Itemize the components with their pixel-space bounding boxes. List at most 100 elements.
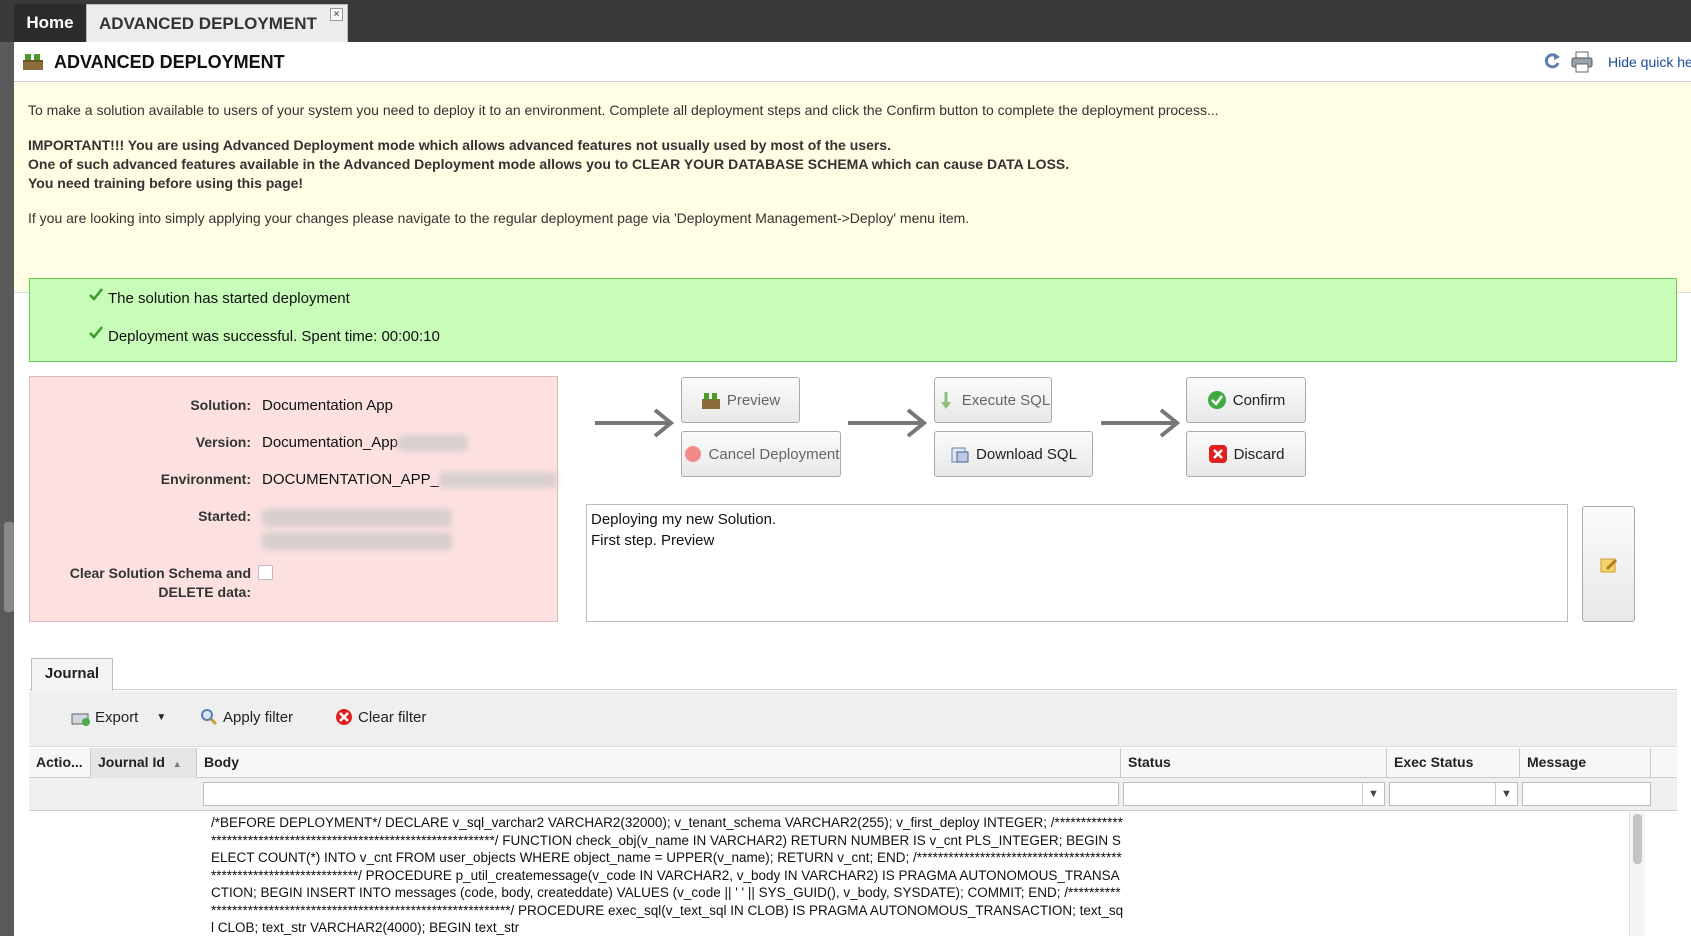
clear-filter-x-icon	[336, 709, 352, 725]
stop-icon	[684, 446, 701, 462]
solution-label: Solution:	[190, 397, 251, 413]
journal-toolbar: Export ▼ Apply filter Clear filter	[29, 691, 1677, 747]
download-sql-label: Download SQL	[976, 445, 1077, 463]
column-status[interactable]: Status	[1121, 748, 1387, 778]
sort-ascending-icon: ▲	[172, 759, 182, 769]
export-icon	[71, 713, 90, 726]
redacted-text	[262, 509, 452, 527]
environment-label: Environment:	[160, 471, 251, 487]
left-sidebar-strip	[0, 42, 14, 936]
started-value-redacted	[262, 509, 452, 550]
preview-label: Preview	[726, 391, 781, 409]
started-label: Started:	[198, 508, 251, 524]
tab-journal[interactable]: Journal	[31, 658, 113, 691]
deployment-notes-textarea[interactable]: Deploying my new Solution. First step. P…	[586, 504, 1568, 622]
grid-scrollbar[interactable]	[1629, 812, 1645, 936]
tab-advanced-deployment[interactable]: ADVANCED DEPLOYMENT ×	[86, 4, 348, 42]
version-label: Version:	[195, 434, 251, 450]
discard-label: Discard	[1233, 445, 1285, 463]
notice-important-1: IMPORTANT!!! You are using Advanced Depl…	[28, 137, 891, 153]
confirm-label: Confirm	[1232, 391, 1286, 409]
refresh-icon[interactable]	[1542, 51, 1562, 71]
column-journal-id-label: Journal Id	[98, 754, 165, 770]
environment-value-row: DOCUMENTATION_APP_	[262, 471, 557, 489]
tab-home[interactable]: Home	[14, 4, 86, 42]
journal-grid-header: Actio... Journal Id ▲ Body Status Exec S…	[29, 748, 1677, 778]
apply-filter-button[interactable]: Apply filter	[199, 708, 293, 726]
search-icon	[201, 709, 218, 726]
column-message[interactable]: Message	[1520, 748, 1651, 778]
chevron-down-icon[interactable]: ▼	[156, 712, 166, 723]
arrow-right-icon	[848, 408, 928, 438]
close-icon[interactable]: ×	[330, 8, 343, 21]
deployment-icon	[23, 54, 43, 70]
discard-x-icon	[1208, 445, 1227, 463]
clear-schema-label-line2: DELETE data:	[158, 584, 251, 600]
notice-important-3: You need training before using this page…	[28, 175, 304, 191]
clear-schema-label-line1: Clear Solution Schema and	[69, 565, 251, 581]
redacted-text	[262, 532, 452, 550]
exec-status-filter-select[interactable]: ▼	[1389, 782, 1518, 806]
solution-value: Documentation App	[262, 397, 393, 414]
top-tab-bar: Home ADVANCED DEPLOYMENT ×	[0, 0, 1691, 42]
message-success: Deployment was successful. Spent time: 0…	[108, 328, 440, 345]
edit-note-icon	[1600, 558, 1618, 573]
success-message-panel: The solution has started deployment Depl…	[29, 278, 1677, 362]
clear-schema-label: Clear Solution Schema and DELETE data:	[30, 564, 251, 602]
status-filter-select[interactable]: ▼	[1123, 782, 1385, 806]
environment-value: DOCUMENTATION_APP_	[262, 471, 439, 488]
journal-filter-row: ▼ ▼	[29, 778, 1677, 811]
export-button[interactable]: Export ▼	[71, 708, 166, 726]
download-sql-icon	[951, 447, 969, 463]
table-row-body-cell: /*BEFORE DEPLOYMENT*/ DECLARE v_sql_varc…	[211, 815, 1124, 935]
notice-regular-deploy-hint: If you are looking into simply applying …	[28, 210, 970, 226]
body-filter-input[interactable]	[203, 782, 1119, 806]
message-started: The solution has started deployment	[108, 290, 350, 307]
redacted-text	[397, 435, 468, 452]
execute-sql-button[interactable]: Execute SQL	[934, 377, 1052, 423]
column-exec-status[interactable]: Exec Status	[1387, 748, 1520, 778]
page-header: ADVANCED DEPLOYMENT Hide quick help	[14, 42, 1691, 82]
checkmark-icon	[89, 288, 103, 301]
discard-button[interactable]: Discard	[1186, 431, 1306, 477]
arrow-right-icon	[595, 408, 675, 438]
checkmark-icon	[89, 326, 103, 339]
deployment-notice: To make a solution available to users of…	[14, 83, 1691, 293]
deployment-info-panel: Solution: Documentation App Version: Doc…	[29, 376, 558, 622]
arrow-down-icon	[940, 392, 951, 409]
clear-filter-label: Clear filter	[358, 708, 427, 726]
redacted-text	[438, 472, 557, 489]
print-icon[interactable]	[1570, 51, 1594, 73]
hide-quick-help-link[interactable]: Hide quick help	[1608, 54, 1691, 70]
journal-tabbar: Journal	[29, 656, 1677, 691]
confirm-check-icon	[1207, 391, 1226, 409]
notice-important-2: One of such advanced features available …	[28, 156, 1070, 172]
message-row: The solution has started deployment	[89, 288, 350, 307]
preview-button[interactable]: Preview	[681, 377, 800, 423]
tab-label: ADVANCED DEPLOYMENT	[99, 14, 317, 33]
column-body[interactable]: Body	[197, 748, 1121, 778]
version-value: Documentation_App	[262, 434, 398, 451]
clear-schema-checkbox[interactable]	[258, 565, 273, 580]
sidebar-resize-handle[interactable]	[4, 522, 14, 612]
journal-grid-body: /*BEFORE DEPLOYMENT*/ DECLARE v_sql_varc…	[29, 812, 1677, 936]
execute-sql-label: Execute SQL	[961, 391, 1051, 409]
notice-intro: To make a solution available to users of…	[28, 102, 1219, 118]
confirm-button[interactable]: Confirm	[1186, 377, 1306, 423]
apply-filter-label: Apply filter	[223, 708, 294, 726]
arrow-right-icon	[1101, 408, 1181, 438]
preview-icon	[701, 393, 720, 409]
chevron-down-icon[interactable]: ▼	[1495, 783, 1517, 805]
chevron-down-icon[interactable]: ▼	[1362, 783, 1384, 805]
message-row: Deployment was successful. Spent time: 0…	[89, 326, 440, 345]
cancel-deployment-button[interactable]: Cancel Deployment	[681, 431, 841, 477]
clear-filter-button[interactable]: Clear filter	[334, 708, 426, 726]
save-notes-button[interactable]	[1582, 506, 1635, 622]
message-filter-input[interactable]	[1522, 782, 1651, 806]
page-title: ADVANCED DEPLOYMENT	[54, 52, 285, 72]
column-journal-id[interactable]: Journal Id ▲	[91, 748, 197, 778]
scrollbar-thumb[interactable]	[1633, 814, 1642, 864]
download-sql-button[interactable]: Download SQL	[934, 431, 1093, 477]
export-label: Export	[95, 708, 139, 726]
column-actions[interactable]: Actio...	[29, 748, 91, 778]
